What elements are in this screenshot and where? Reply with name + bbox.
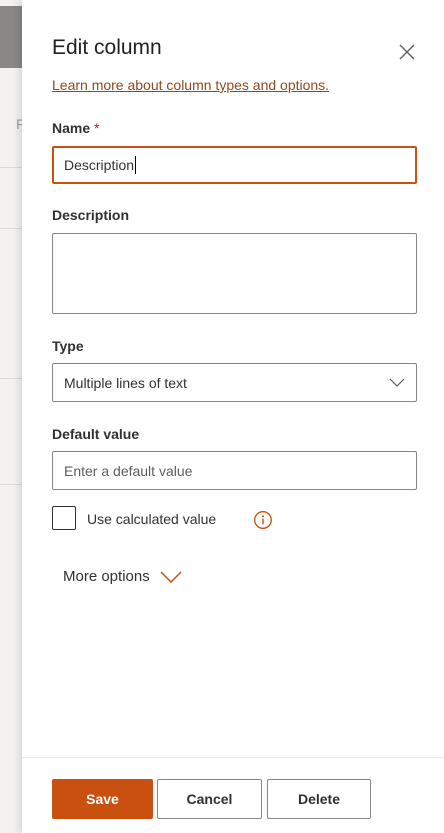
background-divider: [0, 484, 22, 485]
delete-button[interactable]: Delete: [267, 779, 371, 819]
name-input-value: Description: [64, 157, 135, 173]
save-button[interactable]: Save: [52, 779, 153, 819]
default-value-placeholder: Enter a default value: [64, 462, 193, 479]
background-divider: [0, 378, 22, 379]
close-icon: [399, 44, 415, 60]
close-button[interactable]: [397, 42, 417, 62]
type-label: Type: [52, 338, 84, 354]
chevron-down-icon: [160, 570, 182, 583]
background-page: F: [0, 0, 23, 833]
default-value-input[interactable]: Enter a default value: [52, 451, 417, 490]
description-textarea[interactable]: [52, 233, 417, 314]
use-calculated-checkbox[interactable]: [52, 506, 76, 530]
background-header-band: [0, 6, 22, 68]
chevron-down-icon: [389, 378, 405, 387]
edit-column-panel: Edit column Learn more about column type…: [22, 0, 444, 833]
name-label: Name *: [52, 120, 99, 136]
name-label-text: Name: [52, 120, 91, 136]
default-value-label: Default value: [52, 426, 140, 442]
info-icon: [254, 511, 272, 529]
info-button[interactable]: [253, 510, 273, 530]
more-options-label: More options: [63, 568, 150, 585]
use-calculated-label[interactable]: Use calculated value: [87, 511, 216, 527]
learn-more-link[interactable]: Learn more about column types and option…: [52, 77, 329, 93]
description-label: Description: [52, 207, 130, 223]
more-options-toggle[interactable]: More options: [63, 568, 182, 585]
type-selected-value: Multiple lines of text: [64, 374, 187, 391]
text-caret: [135, 156, 137, 174]
cancel-button[interactable]: Cancel: [157, 779, 262, 819]
background-divider: [0, 228, 22, 229]
panel-title: Edit column: [52, 36, 162, 59]
required-mark: *: [94, 120, 100, 136]
footer-divider: [22, 757, 444, 758]
background-divider: [0, 167, 22, 168]
name-input[interactable]: Description: [52, 146, 417, 184]
type-dropdown[interactable]: Multiple lines of text: [52, 363, 417, 402]
